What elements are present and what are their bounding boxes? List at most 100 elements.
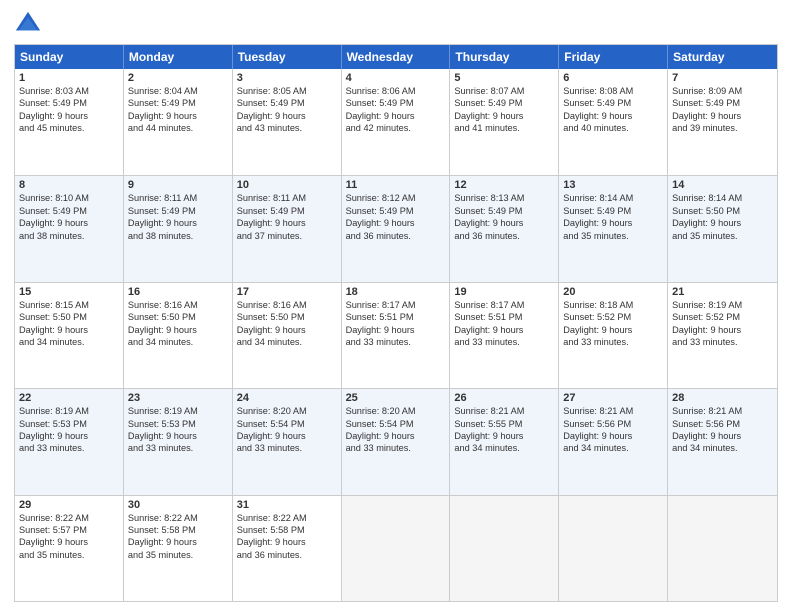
day-number: 5 [454,72,554,84]
cell-info-line: Daylight: 9 hours [563,217,663,229]
cell-info-line: Sunrise: 8:22 AM [237,512,337,524]
day-cell-13: 13Sunrise: 8:14 AMSunset: 5:49 PMDayligh… [559,176,668,281]
day-number: 18 [346,286,446,298]
header-day-monday: Monday [124,45,233,69]
cell-info-line: and 33 minutes. [454,336,554,348]
day-cell-20: 20Sunrise: 8:18 AMSunset: 5:52 PMDayligh… [559,283,668,388]
cell-info-line: Daylight: 9 hours [346,217,446,229]
day-number: 23 [128,392,228,404]
cell-info-line: and 38 minutes. [19,230,119,242]
week-row-1: 1Sunrise: 8:03 AMSunset: 5:49 PMDaylight… [15,69,777,175]
day-cell-3: 3Sunrise: 8:05 AMSunset: 5:49 PMDaylight… [233,69,342,175]
cell-info-line: Sunset: 5:49 PM [19,205,119,217]
day-number: 24 [237,392,337,404]
cell-info-line: Sunset: 5:53 PM [128,418,228,430]
day-number: 9 [128,179,228,191]
day-number: 15 [19,286,119,298]
cell-info-line: Daylight: 9 hours [19,324,119,336]
cell-info-line: Sunset: 5:49 PM [19,97,119,109]
day-cell-27: 27Sunrise: 8:21 AMSunset: 5:56 PMDayligh… [559,389,668,494]
cell-info-line: Sunrise: 8:16 AM [237,299,337,311]
day-cell-16: 16Sunrise: 8:16 AMSunset: 5:50 PMDayligh… [124,283,233,388]
cell-info-line: Sunrise: 8:06 AM [346,85,446,97]
day-cell-9: 9Sunrise: 8:11 AMSunset: 5:49 PMDaylight… [124,176,233,281]
cell-info-line: Daylight: 9 hours [237,430,337,442]
cell-info-line: Daylight: 9 hours [237,217,337,229]
cell-info-line: Sunrise: 8:20 AM [346,405,446,417]
cell-info-line: Sunset: 5:55 PM [454,418,554,430]
cell-info-line: Daylight: 9 hours [237,536,337,548]
day-cell-31: 31Sunrise: 8:22 AMSunset: 5:58 PMDayligh… [233,496,342,601]
logo [14,10,46,38]
day-cell-8: 8Sunrise: 8:10 AMSunset: 5:49 PMDaylight… [15,176,124,281]
week-row-3: 15Sunrise: 8:15 AMSunset: 5:50 PMDayligh… [15,282,777,388]
cell-info-line: and 34 minutes. [672,442,773,454]
cell-info-line: and 34 minutes. [454,442,554,454]
cell-info-line: and 38 minutes. [128,230,228,242]
cell-info-line: Sunset: 5:53 PM [19,418,119,430]
day-cell-10: 10Sunrise: 8:11 AMSunset: 5:49 PMDayligh… [233,176,342,281]
cell-info-line: Sunrise: 8:09 AM [672,85,773,97]
day-number: 10 [237,179,337,191]
cell-info-line: Sunrise: 8:19 AM [672,299,773,311]
cell-info-line: and 37 minutes. [237,230,337,242]
cell-info-line: Daylight: 9 hours [454,110,554,122]
cell-info-line: Sunset: 5:52 PM [563,311,663,323]
cell-info-line: Sunset: 5:58 PM [237,524,337,536]
cell-info-line: Sunrise: 8:14 AM [672,192,773,204]
cell-info-line: Sunrise: 8:16 AM [128,299,228,311]
cell-info-line: Sunrise: 8:19 AM [19,405,119,417]
header-day-wednesday: Wednesday [342,45,451,69]
day-number: 14 [672,179,773,191]
day-cell-15: 15Sunrise: 8:15 AMSunset: 5:50 PMDayligh… [15,283,124,388]
cell-info-line: Sunrise: 8:18 AM [563,299,663,311]
cell-info-line: and 33 minutes. [237,442,337,454]
cell-info-line: Sunrise: 8:14 AM [563,192,663,204]
cell-info-line: Sunset: 5:54 PM [346,418,446,430]
day-cell-17: 17Sunrise: 8:16 AMSunset: 5:50 PMDayligh… [233,283,342,388]
day-number: 27 [563,392,663,404]
cell-info-line: Daylight: 9 hours [672,110,773,122]
week-row-4: 22Sunrise: 8:19 AMSunset: 5:53 PMDayligh… [15,388,777,494]
day-cell-26: 26Sunrise: 8:21 AMSunset: 5:55 PMDayligh… [450,389,559,494]
cell-info-line: and 34 minutes. [128,336,228,348]
cell-info-line: Daylight: 9 hours [454,324,554,336]
day-cell-24: 24Sunrise: 8:20 AMSunset: 5:54 PMDayligh… [233,389,342,494]
header-day-saturday: Saturday [668,45,777,69]
cell-info-line: and 42 minutes. [346,122,446,134]
cell-info-line: Sunrise: 8:21 AM [454,405,554,417]
day-number: 12 [454,179,554,191]
day-number: 19 [454,286,554,298]
cell-info-line: Daylight: 9 hours [672,430,773,442]
day-cell-29: 29Sunrise: 8:22 AMSunset: 5:57 PMDayligh… [15,496,124,601]
cell-info-line: and 36 minutes. [237,549,337,561]
cell-info-line: Daylight: 9 hours [346,110,446,122]
logo-icon [14,10,42,38]
cell-info-line: Sunrise: 8:05 AM [237,85,337,97]
cell-info-line: Daylight: 9 hours [563,430,663,442]
cell-info-line: Daylight: 9 hours [128,324,228,336]
cell-info-line: and 33 minutes. [346,336,446,348]
cell-info-line: Sunset: 5:51 PM [346,311,446,323]
cell-info-line: Daylight: 9 hours [19,217,119,229]
cell-info-line: Daylight: 9 hours [454,217,554,229]
day-cell-19: 19Sunrise: 8:17 AMSunset: 5:51 PMDayligh… [450,283,559,388]
day-cell-14: 14Sunrise: 8:14 AMSunset: 5:50 PMDayligh… [668,176,777,281]
cell-info-line: Sunset: 5:49 PM [128,205,228,217]
cell-info-line: Daylight: 9 hours [128,217,228,229]
day-number: 21 [672,286,773,298]
cell-info-line: Sunset: 5:49 PM [346,205,446,217]
cell-info-line: and 43 minutes. [237,122,337,134]
day-number: 20 [563,286,663,298]
day-cell-12: 12Sunrise: 8:13 AMSunset: 5:49 PMDayligh… [450,176,559,281]
day-cell-22: 22Sunrise: 8:19 AMSunset: 5:53 PMDayligh… [15,389,124,494]
day-cell-25: 25Sunrise: 8:20 AMSunset: 5:54 PMDayligh… [342,389,451,494]
day-cell-7: 7Sunrise: 8:09 AMSunset: 5:49 PMDaylight… [668,69,777,175]
day-number: 17 [237,286,337,298]
day-cell-1: 1Sunrise: 8:03 AMSunset: 5:49 PMDaylight… [15,69,124,175]
cell-info-line: Sunset: 5:56 PM [672,418,773,430]
cell-info-line: Sunset: 5:49 PM [237,205,337,217]
cell-info-line: Sunset: 5:49 PM [237,97,337,109]
cell-info-line: Sunset: 5:49 PM [454,205,554,217]
cell-info-line: and 33 minutes. [672,336,773,348]
